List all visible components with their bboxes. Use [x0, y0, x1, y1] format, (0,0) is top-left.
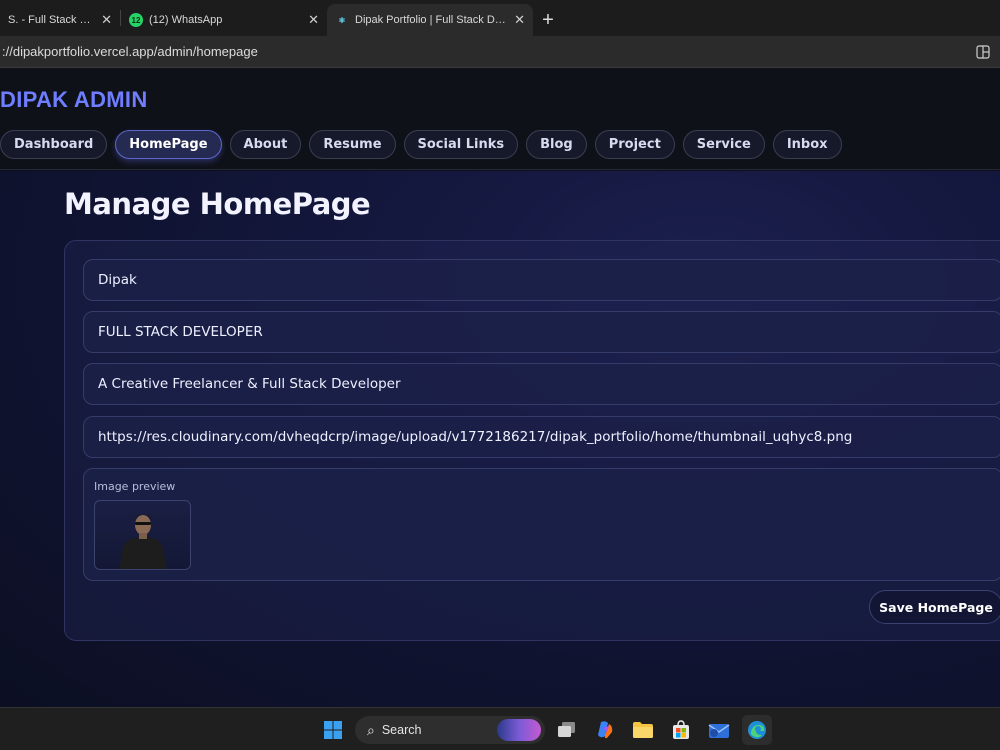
search-icon: ⌕ [367, 721, 375, 738]
mail-icon[interactable] [704, 715, 734, 745]
tab-title: S. - Full Stack Web De [8, 14, 95, 26]
search-highlight-image [497, 719, 541, 741]
homepage-form-card: Dipak FULL STACK DEVELOPER A Creative Fr… [64, 240, 1000, 641]
save-homepage-button[interactable]: Save HomePage [869, 590, 1000, 624]
nav-dashboard[interactable]: Dashboard [0, 130, 108, 159]
nav-service[interactable]: Service [682, 130, 765, 159]
brand-logo[interactable]: DIPAK ADMIN [0, 87, 148, 113]
split-screen-icon[interactable] [966, 36, 1000, 68]
nav-blog[interactable]: Blog [526, 130, 587, 159]
task-view-icon[interactable] [552, 715, 582, 745]
image-url-input[interactable]: https://res.cloudinary.com/dvheqdcrp/ima… [83, 416, 1000, 458]
file-explorer-icon[interactable] [628, 715, 658, 745]
nav-resume[interactable]: Resume [309, 130, 396, 159]
admin-nav: Dashboard HomePage About Resume Social L… [0, 130, 842, 159]
windows-taskbar: ⌕ Search [0, 707, 1000, 750]
close-icon[interactable]: ✕ [308, 12, 319, 28]
name-input[interactable]: Dipak [83, 259, 1000, 301]
whatsapp-icon: 12 [129, 13, 143, 27]
browser-tab-whatsapp[interactable]: 12 (12) WhatsApp ✕ [121, 4, 327, 36]
nav-inbox[interactable]: Inbox [772, 130, 842, 159]
role-input[interactable]: FULL STACK DEVELOPER [83, 311, 1000, 353]
nav-project[interactable]: Project [594, 130, 675, 159]
close-icon[interactable]: ✕ [101, 12, 112, 28]
edge-icon[interactable] [742, 715, 772, 745]
address-bar: ://dipakportfolio.vercel.app/admin/homep… [0, 36, 1000, 68]
browser-tab-portfolio[interactable]: ⚛ Dipak Portfolio | Full Stack Develop ✕ [327, 4, 533, 36]
browser-tab-1[interactable]: S. - Full Stack Web De ✕ [0, 4, 120, 36]
copilot-icon[interactable] [590, 715, 620, 745]
close-icon[interactable]: ✕ [514, 12, 525, 28]
tab-title: Dipak Portfolio | Full Stack Develop [355, 14, 508, 26]
page-title: Manage HomePage [64, 187, 371, 221]
admin-header: DIPAK ADMIN Dashboard HomePage About Res… [0, 68, 1000, 170]
nav-about[interactable]: About [229, 130, 302, 159]
react-icon: ⚛ [338, 15, 346, 25]
windows-start-icon[interactable] [318, 715, 348, 745]
url-field[interactable]: ://dipakportfolio.vercel.app/admin/homep… [0, 44, 966, 59]
image-preview-panel: Image preview [83, 468, 1000, 581]
profile-thumbnail [94, 500, 191, 570]
nav-homepage[interactable]: HomePage [115, 130, 222, 159]
taskbar-search[interactable]: ⌕ Search [355, 716, 545, 744]
new-tab-button[interactable]: + [533, 4, 563, 36]
search-label: Search [381, 723, 422, 737]
tab-title: (12) WhatsApp [149, 14, 223, 26]
main-content: Manage HomePage Dipak FULL STACK DEVELOP… [0, 171, 1000, 707]
nav-social-links[interactable]: Social Links [403, 130, 519, 159]
browser-tab-bar: S. - Full Stack Web De ✕ 12 (12) WhatsAp… [0, 0, 1000, 36]
image-preview-label: Image preview [94, 480, 176, 493]
store-icon[interactable] [666, 715, 696, 745]
tagline-input[interactable]: A Creative Freelancer & Full Stack Devel… [83, 363, 1000, 405]
